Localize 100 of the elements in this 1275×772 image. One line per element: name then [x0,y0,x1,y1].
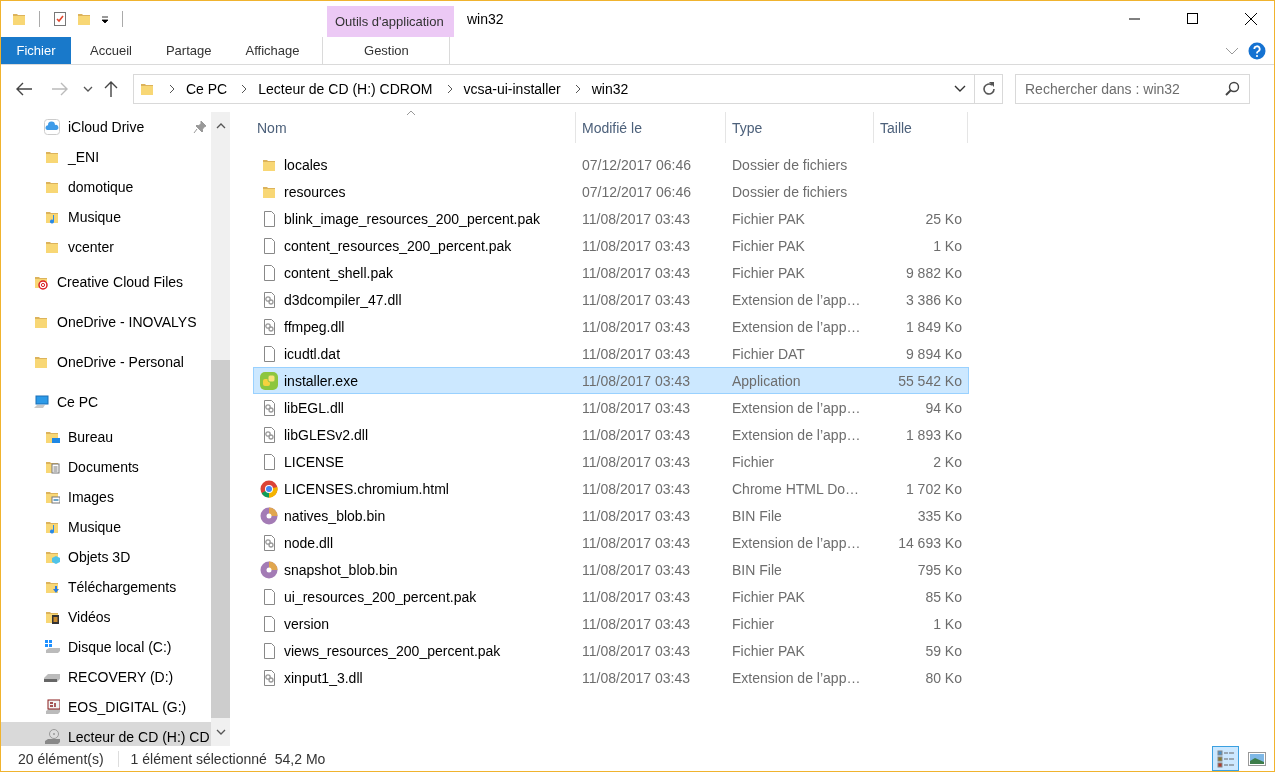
file-icon [261,210,277,227]
file-name: locales [284,156,328,173]
file-name: libGLESv2.dll [284,426,369,443]
nav-item[interactable]: Vidéos [1,602,211,632]
scrollbar-thumb[interactable] [211,360,230,718]
breadcrumb-link[interactable]: vcsa-ui-installer [463,80,561,97]
window-title: win32 [466,10,505,29]
help-icon[interactable] [1248,41,1266,60]
nav-item[interactable]: Images [1,482,211,512]
file-name: blink_image_resources_200_percent.pak [284,210,541,227]
table-cell-text: 07/12/2017 06:46 [581,156,692,173]
selected-row[interactable]: installer.exe 11/08/2017 03:43 Application 55 542 Ko [253,367,969,394]
search-field[interactable]: Rechercher dans : win32 [1015,73,1250,104]
nav-item[interactable]: iCloud Drive [1,112,211,142]
nav-item[interactable]: Musique [1,202,211,232]
folder-icon [33,314,49,330]
up-arrow-icon[interactable] [103,79,119,98]
back-arrow-icon[interactable] [15,80,33,97]
ribbon-tab[interactable]: Partage [148,37,229,64]
details-view-button[interactable] [1212,746,1239,771]
chevron-right-icon [168,83,176,94]
column-header[interactable]: Taille [874,112,968,143]
item-count: 20 élément(s) [18,750,104,767]
nav-item[interactable]: Objets 3D [1,542,211,572]
table-cell: 1 893 Ko [905,426,962,443]
nav-item[interactable]: Téléchargements [1,572,211,602]
breadcrumb-link[interactable]: win32 [591,80,629,97]
drive-icon [44,672,60,682]
table-cell-text: BIN File [731,561,783,578]
refresh-button[interactable] [975,73,1003,104]
table-cell-text: 11/08/2017 03:43 [581,237,691,254]
nav-item[interactable]: Bureau [1,422,211,452]
nav-item[interactable]: EOS_DIGITAL (G:) [1,692,211,722]
nav-item[interactable]: RECOVERY (D:) [1,662,211,692]
scroll-up-icon[interactable] [215,122,226,130]
cloud-icon [44,119,60,135]
table-cell-text: 11/08/2017 03:43 [581,561,691,578]
table-cell-text: 11/08/2017 03:43 [581,318,691,335]
table-cell-text: Chrome HTML Do… [731,480,861,497]
file-name: content_resources_200_percent.pak [284,237,512,254]
disc-icon [260,560,278,579]
file-name: LICENSE [284,453,344,470]
file-icon [261,642,277,659]
gear-file-icon [261,318,277,335]
scrollbar[interactable] [211,112,230,746]
maximize-icon [1187,13,1199,25]
nav-item[interactable]: OneDrive - Personal [1,342,211,382]
file-name: xinput1_3.dll [284,669,363,686]
table-cell-text: Extension de l’app… [731,426,862,443]
search-icon [1224,80,1240,97]
nav-item[interactable]: _ENI [1,142,211,172]
table-cell: 55 542 Ko [898,372,962,389]
disc-drive-icon [44,729,60,745]
images-folder-icon [44,489,60,505]
nav-item[interactable]: Ce PC [1,382,211,422]
cloud-folder-icon [33,274,49,290]
table-cell: 14 693 Ko [898,534,962,551]
table-cell: 335 Ko [917,507,962,524]
nav-item[interactable]: Creative Cloud Files [1,262,211,302]
music-folder-icon [44,209,60,225]
ribbon-tab[interactable]: Affichage [228,37,317,64]
nav-item[interactable]: Musique [1,512,211,542]
file-name: node.dll [284,534,334,551]
ribbon-tab[interactable]: Gestion [322,37,451,64]
table-cell-text: Dossier de fichiers [731,156,849,173]
file-name: installer.exe [284,372,358,389]
breadcrumb-link[interactable]: Lecteur de CD (H:) CDROM [258,80,433,97]
column-header[interactable]: Nom [254,112,576,143]
table-cell-text: 11/08/2017 03:43 [581,669,691,686]
scroll-down-icon[interactable] [215,728,226,736]
address-field[interactable]: Ce PC Lecteur de CD (H:) CDROM vcsa-ui-installer win32 [133,73,975,104]
nav-item[interactable]: Lecteur de CD (H:) CD [1,722,211,746]
checklist-icon[interactable] [52,11,68,27]
chevron-down-icon[interactable] [954,83,966,94]
column-header[interactable]: Modifié le [576,112,726,143]
app-logo-icon [259,370,279,391]
table-cell: 25 Ko [925,210,962,227]
file-name: content_shell.pak [284,264,393,281]
nav-item[interactable]: OneDrive - INOVALYS [1,302,211,342]
table-cell-text: BIN File [731,507,783,524]
nav-item[interactable]: Documents [1,452,211,482]
nav-item[interactable]: vcenter [1,232,211,262]
column-header[interactable]: Type [726,112,874,143]
table-cell-text: Fichier PAK [731,210,806,227]
file-name: natives_blob.bin [284,507,386,524]
table-cell: 9 882 Ko [905,264,962,281]
documents-folder-icon [44,459,60,475]
breadcrumb-link[interactable]: Ce PC [186,80,228,97]
nav-item[interactable]: domotique [1,172,211,202]
file-name: libEGL.dll [284,399,344,416]
table-cell-text: Fichier DAT [731,345,806,362]
file-icon [261,453,277,470]
file-menu-tab[interactable]: Fichier [1,37,71,64]
gear-file-icon [261,534,277,551]
file-icon [261,615,277,632]
film-folder-icon [44,609,60,625]
nav-item[interactable]: Disque local (C:) [1,632,211,662]
gear-file-icon [261,291,277,308]
ribbon-tab[interactable]: Accueil [73,37,149,64]
file-name: views_resources_200_percent.pak [284,642,501,659]
